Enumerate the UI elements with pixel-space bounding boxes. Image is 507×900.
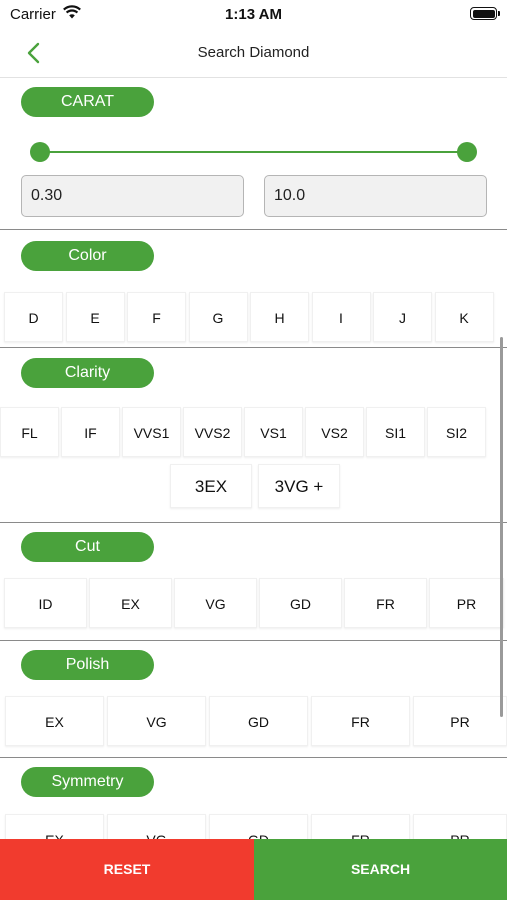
color-options: D E F G H I J K <box>4 292 494 342</box>
carat-slider-min-handle[interactable] <box>30 142 50 162</box>
clarity-option-vvs2[interactable]: VVS2 <box>183 407 242 457</box>
cut-option-pr[interactable]: PR <box>429 578 504 628</box>
status-time: 1:13 AM <box>225 6 282 23</box>
color-option-f[interactable]: F <box>127 292 186 342</box>
symmetry-label: Symmetry <box>21 767 154 797</box>
battery-icon <box>470 7 500 20</box>
cut-options: ID EX VG GD FR PR <box>4 578 504 628</box>
clarity-options: FL IF VVS1 VVS2 VS1 VS2 SI1 SI2 <box>0 407 486 457</box>
symmetry-option-gd[interactable]: GD <box>209 814 308 839</box>
clarity-label: Clarity <box>21 358 154 388</box>
navigation-bar: Search Diamond <box>0 28 507 78</box>
color-section: Color D E F G H I J K <box>0 230 507 348</box>
shortcut-3vg-plus-button[interactable]: 3VG + <box>258 464 340 508</box>
cut-option-id[interactable]: ID <box>4 578 87 628</box>
carat-slider-track[interactable] <box>40 151 468 153</box>
color-option-h[interactable]: H <box>250 292 309 342</box>
clarity-option-if[interactable]: IF <box>61 407 120 457</box>
symmetry-option-pr[interactable]: PR <box>413 814 507 839</box>
symmetry-option-fr[interactable]: FR <box>311 814 410 839</box>
reset-button[interactable]: RESET <box>0 839 254 900</box>
clarity-option-si1[interactable]: SI1 <box>366 407 425 457</box>
clarity-option-si2[interactable]: SI2 <box>427 407 486 457</box>
cut-section: Cut ID EX VG GD FR PR <box>0 523 507 641</box>
carat-max-input[interactable] <box>264 175 487 217</box>
polish-label: Polish <box>21 650 154 680</box>
polish-section: Polish EX VG GD FR PR <box>0 641 507 758</box>
polish-options: EX VG GD FR PR <box>5 696 507 746</box>
cut-label: Cut <box>21 532 154 562</box>
carat-label: CARAT <box>21 87 154 117</box>
color-option-k[interactable]: K <box>434 292 494 342</box>
symmetry-options: EX VG GD FR PR <box>5 814 507 839</box>
symmetry-option-ex[interactable]: EX <box>5 814 104 839</box>
vertical-scrollbar[interactable] <box>500 337 503 717</box>
symmetry-section: Symmetry EX VG GD FR PR <box>0 758 507 839</box>
search-button[interactable]: SEARCH <box>254 839 507 900</box>
clarity-section: Clarity FL IF VVS1 VVS2 VS1 VS2 SI1 SI2 … <box>0 348 507 523</box>
cut-option-gd[interactable]: GD <box>259 578 342 628</box>
color-option-e[interactable]: E <box>65 292 125 342</box>
polish-option-gd[interactable]: GD <box>209 696 308 746</box>
polish-option-ex[interactable]: EX <box>5 696 104 746</box>
color-label: Color <box>21 241 154 271</box>
clarity-option-vs2[interactable]: VS2 <box>305 407 364 457</box>
symmetry-option-vg[interactable]: VG <box>107 814 206 839</box>
color-option-d[interactable]: D <box>4 292 63 342</box>
filter-scroll-area[interactable]: CARAT Color D E F G H I J K Clarity FL I… <box>0 79 507 839</box>
clarity-shortcuts: 3EX 3VG + <box>170 464 340 508</box>
polish-option-pr[interactable]: PR <box>413 696 507 746</box>
color-option-j[interactable]: J <box>373 292 432 342</box>
carat-section: CARAT <box>0 79 507 230</box>
clarity-option-fl[interactable]: FL <box>0 407 59 457</box>
shortcut-3ex-button[interactable]: 3EX <box>170 464 252 508</box>
status-bar: Carrier 1:13 AM <box>0 0 507 28</box>
carat-slider-max-handle[interactable] <box>457 142 477 162</box>
clarity-option-vvs1[interactable]: VVS1 <box>122 407 181 457</box>
color-option-g[interactable]: G <box>188 292 248 342</box>
cut-option-vg[interactable]: VG <box>174 578 257 628</box>
carat-min-input[interactable] <box>21 175 244 217</box>
cut-option-ex[interactable]: EX <box>89 578 172 628</box>
polish-option-vg[interactable]: VG <box>107 696 206 746</box>
clarity-option-vs1[interactable]: VS1 <box>244 407 303 457</box>
cut-option-fr[interactable]: FR <box>344 578 427 628</box>
color-option-i[interactable]: I <box>311 292 371 342</box>
footer-actions: RESET SEARCH <box>0 839 507 900</box>
polish-option-fr[interactable]: FR <box>311 696 410 746</box>
page-title: Search Diamond <box>197 44 310 61</box>
